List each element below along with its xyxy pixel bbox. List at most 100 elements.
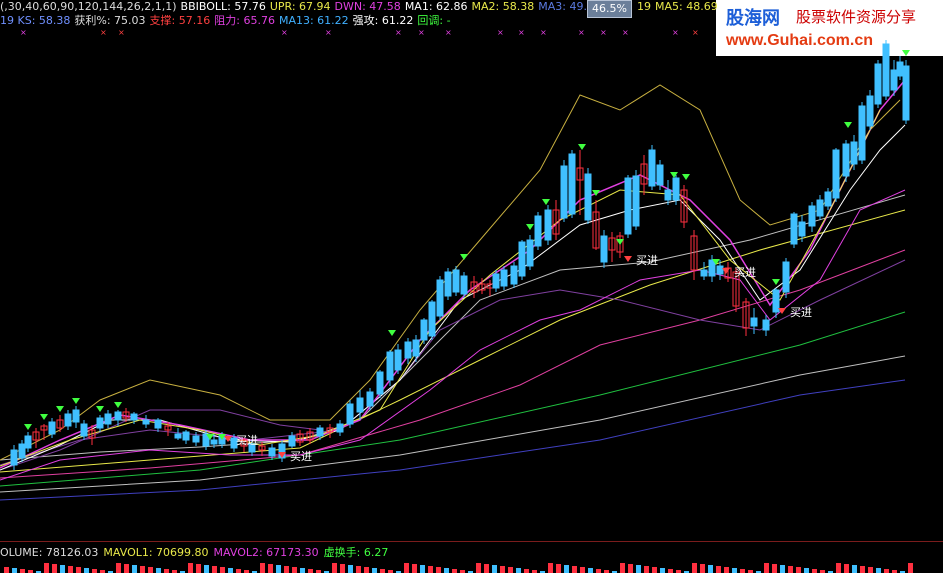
volume-chart[interactable] bbox=[0, 561, 943, 573]
candle-body[interactable] bbox=[452, 269, 460, 293]
volume-bar bbox=[564, 565, 569, 573]
candle-body[interactable] bbox=[808, 205, 816, 227]
marker-x: × bbox=[325, 28, 332, 36]
volume-bar bbox=[428, 566, 433, 573]
candle-body[interactable] bbox=[568, 153, 576, 215]
candle-body[interactable] bbox=[492, 273, 500, 289]
candle-body[interactable] bbox=[632, 175, 640, 227]
candle-body[interactable] bbox=[192, 435, 200, 443]
candle-body[interactable] bbox=[48, 421, 56, 435]
marker-x: × bbox=[20, 28, 27, 36]
candle-body[interactable] bbox=[346, 403, 354, 425]
candle-body[interactable] bbox=[174, 433, 182, 439]
candle-body[interactable] bbox=[600, 235, 608, 263]
candle-body[interactable] bbox=[656, 164, 664, 186]
marker-x: × bbox=[600, 28, 607, 36]
buy-label: 买进 bbox=[734, 266, 756, 279]
header-ks: 19 KS: 58.38 bbox=[0, 14, 71, 27]
candle-body[interactable] bbox=[534, 215, 542, 247]
candle-body[interactable] bbox=[850, 141, 858, 165]
candle-body[interactable] bbox=[72, 409, 80, 423]
candle-body[interactable] bbox=[500, 269, 508, 287]
candle-body[interactable] bbox=[672, 177, 680, 201]
candle-body[interactable] bbox=[518, 241, 526, 277]
candle-body[interactable] bbox=[526, 239, 534, 267]
header-params: (,30,40,60,90,120,144,26,2,1,1) bbox=[0, 0, 177, 13]
buy-label: 买进 bbox=[290, 450, 312, 463]
buy-arrow-icon bbox=[114, 402, 122, 408]
candle-body[interactable] bbox=[210, 439, 218, 445]
candle-body[interactable] bbox=[366, 391, 374, 407]
candle-body[interactable] bbox=[858, 105, 866, 161]
candle-body[interactable] bbox=[772, 289, 780, 313]
ma-line bbox=[0, 209, 906, 473]
candlestick-chart[interactable]: 买进买进买进买进买进 bbox=[0, 36, 943, 540]
candle-body[interactable] bbox=[64, 413, 72, 427]
candle-body[interactable] bbox=[700, 269, 708, 277]
candle-body[interactable] bbox=[790, 213, 798, 245]
candle-body[interactable] bbox=[544, 209, 552, 241]
candle-body[interactable] bbox=[444, 271, 452, 297]
candle-body[interactable] bbox=[842, 143, 850, 177]
candle-body[interactable] bbox=[902, 65, 910, 121]
candle-body[interactable] bbox=[428, 301, 436, 337]
candle-body[interactable] bbox=[782, 261, 790, 293]
candle-body[interactable] bbox=[874, 63, 882, 105]
buy-arrow-icon bbox=[682, 174, 690, 180]
candle-body[interactable] bbox=[624, 177, 632, 235]
candle-body[interactable] bbox=[386, 351, 394, 381]
candle-body[interactable] bbox=[24, 435, 32, 449]
candle-body[interactable] bbox=[10, 449, 18, 466]
candle-body[interactable] bbox=[142, 419, 150, 425]
buy-arrow-icon bbox=[72, 398, 80, 404]
candle-body[interactable] bbox=[80, 423, 88, 437]
volume-bar bbox=[148, 567, 153, 573]
candle-body[interactable] bbox=[412, 339, 420, 357]
candle-body[interactable] bbox=[356, 397, 364, 413]
candle-body[interactable] bbox=[376, 371, 384, 395]
candle-body[interactable] bbox=[336, 423, 344, 433]
candle-body[interactable] bbox=[182, 431, 190, 441]
candle-body[interactable] bbox=[510, 265, 518, 285]
candle-body[interactable] bbox=[750, 317, 758, 327]
candle-body[interactable] bbox=[130, 413, 138, 421]
volume-bar bbox=[92, 569, 97, 573]
candle-body[interactable] bbox=[716, 265, 724, 275]
candle-body[interactable] bbox=[890, 69, 898, 91]
candle-body[interactable] bbox=[816, 199, 824, 217]
header-mavol1: MAVOL1: 70699.80 bbox=[103, 546, 209, 559]
candle-body[interactable] bbox=[288, 435, 296, 447]
buy-arrow-icon bbox=[388, 330, 396, 336]
candle-body[interactable] bbox=[394, 349, 402, 371]
candle-body[interactable] bbox=[436, 279, 444, 317]
candle-body[interactable] bbox=[460, 275, 468, 295]
candle-body[interactable] bbox=[96, 417, 104, 429]
volume-bar bbox=[260, 563, 265, 573]
candle-body[interactable] bbox=[664, 189, 672, 201]
candle-body[interactable] bbox=[584, 173, 592, 221]
candle-body[interactable] bbox=[404, 341, 412, 359]
candle-body[interactable] bbox=[824, 191, 832, 207]
candle-body[interactable] bbox=[316, 427, 324, 437]
volume-bar bbox=[836, 563, 841, 573]
header-ma13: MA13: 61.22 bbox=[278, 14, 349, 27]
candle-body[interactable] bbox=[832, 149, 840, 199]
candle-body[interactable] bbox=[104, 413, 112, 425]
candle-body[interactable] bbox=[420, 319, 428, 341]
candle-body[interactable] bbox=[896, 61, 904, 77]
candle-body[interactable] bbox=[708, 259, 716, 277]
volume-bar bbox=[668, 569, 673, 573]
candle-body[interactable] bbox=[648, 149, 656, 187]
candle-body[interactable] bbox=[114, 411, 122, 421]
candle-body[interactable] bbox=[154, 419, 162, 429]
candle-body[interactable] bbox=[268, 447, 276, 457]
header-profit: 获利%: 75.03 bbox=[74, 14, 146, 27]
candle-body[interactable] bbox=[762, 319, 770, 331]
candle-body[interactable] bbox=[882, 43, 890, 97]
buy-arrow-icon bbox=[578, 144, 586, 150]
candle-body[interactable] bbox=[798, 221, 806, 237]
buy-arrow-icon bbox=[542, 199, 550, 205]
candle-body[interactable] bbox=[866, 95, 874, 127]
candle-body[interactable] bbox=[560, 165, 568, 219]
candle-body[interactable] bbox=[18, 443, 26, 459]
